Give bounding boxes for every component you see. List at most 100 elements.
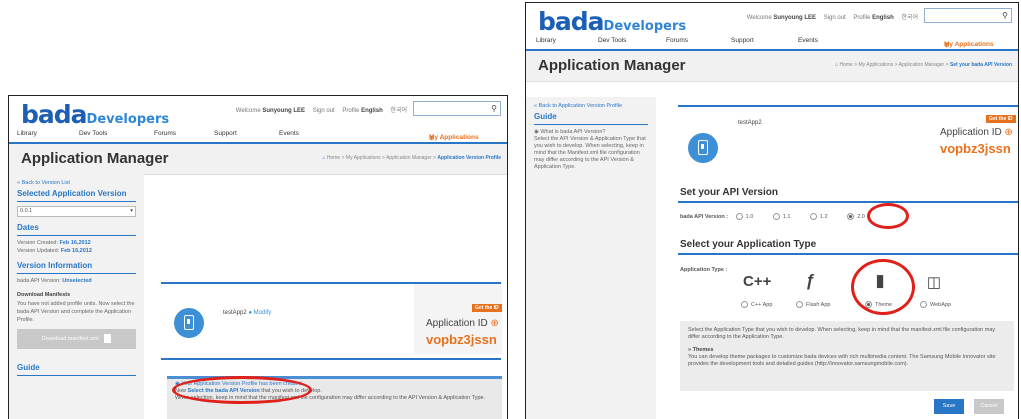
nav-library[interactable]: Library (17, 130, 37, 137)
page-title: Application Manager (538, 57, 686, 74)
right-sidebar: « Back to Application Version Profile Gu… (526, 97, 656, 419)
top-links: Welcome Sunyoung LEE Sign out Profile En… (230, 105, 407, 114)
plus-circle-icon: ⊕ (1004, 127, 1013, 138)
breadcrumb: ⌂ Home > My Applications > Application M… (322, 155, 501, 161)
selected-version-heading: Selected Application Version (17, 189, 136, 202)
highlight-oval-api-2-0 (867, 203, 909, 229)
type-radio-webapp[interactable]: WebApp (920, 301, 951, 308)
version-info-heading: Version Information (17, 261, 136, 274)
app-id-label: Application ID ⊕ (426, 318, 499, 329)
guide-heading: Guide (17, 363, 136, 376)
breadcrumb: ⌂ Home > My Applications > Application M… (835, 62, 1012, 68)
korean-link[interactable]: 한국어 (901, 15, 918, 21)
page-title: Application Manager (21, 150, 169, 167)
guide-text: Select the API Version & Application Typ… (534, 136, 646, 170)
korean-link[interactable]: 한국어 (390, 108, 407, 114)
highlight-oval-theme (851, 259, 915, 315)
api-radio-2-0[interactable]: 2.0 (847, 213, 865, 220)
type-radio-cpp[interactable]: C++ App (741, 301, 772, 308)
app-type-label: Application Type : (680, 267, 728, 273)
api-version-heading: Set your API Version (680, 187, 778, 198)
main-nav: Library Dev Tools Forums Support Events … (9, 126, 507, 144)
api-radio-1-0[interactable]: 1.0 (735, 213, 753, 220)
back-to-profile-link[interactable]: « Back to Application Version Profile (534, 103, 648, 109)
app-name-row: testApp2 ● Modify (223, 310, 271, 316)
download-manifests-heading: Download Manifests (17, 292, 71, 298)
api-radio-1-1[interactable]: 1.1 (772, 213, 790, 220)
app-phone-icon (174, 308, 204, 338)
api-label: bada API Version : (680, 213, 729, 220)
type-rule (678, 253, 1018, 255)
search-icon[interactable]: ⚲ (491, 102, 497, 115)
cancel-button[interactable]: Cancel (974, 399, 1004, 414)
nav-library[interactable]: Library (536, 37, 556, 44)
version-created: Version Created: Feb 16,2012 (17, 240, 91, 246)
welcome-text: Welcome (746, 15, 772, 21)
app-id-value: vopbz3jssn (426, 332, 497, 347)
right-screenshot-panel: badaDevelopers Welcome Sunyoung LEE Sign… (525, 2, 1019, 419)
nav-forums[interactable]: Forums (666, 37, 688, 44)
back-to-version-list-link[interactable]: « Back to Version List (17, 180, 136, 186)
top-bar: badaDevelopers Welcome Sunyoung LEE Sign… (9, 96, 507, 129)
themes-heading: » Themes (688, 347, 714, 353)
search-box[interactable]: ⚲ (413, 101, 501, 120)
version-updated: Version Updated: Feb 16,2012 (17, 248, 92, 254)
page-header: Application Manager ⌂ Home > My Applicat… (526, 51, 1018, 82)
signout-link[interactable]: Sign out (313, 108, 335, 114)
plus-circle-icon: ⊕ (429, 135, 435, 142)
bada-developers-logo[interactable]: badaDevelopers (21, 100, 169, 129)
type-info-text: Select the Application Type that you wis… (688, 327, 996, 340)
save-button[interactable]: Save (934, 399, 964, 414)
user-name: Sunyoung LEE (262, 108, 306, 114)
modify-link[interactable]: ● Modify (248, 310, 271, 316)
api-version-info: bada API Version: Unselected (17, 278, 92, 284)
app-name: testApp2 (738, 120, 762, 126)
type-info-box: Select the Application Type that you wis… (680, 321, 1014, 391)
api-version-row: bada API Version : 1.0 1.1 1.2 2.0 (680, 213, 865, 220)
app-id-label: Application ID ⊕ (940, 127, 1013, 138)
english-link[interactable]: English (872, 15, 894, 21)
api-rule (678, 201, 1018, 203)
nav-support[interactable]: Support (731, 37, 754, 44)
download-manifest-button[interactable]: Download manifest.xml (17, 329, 136, 349)
cpp-icon[interactable]: C++ (743, 273, 771, 290)
highlight-oval-select-api (172, 376, 312, 404)
api-radio-1-2[interactable]: 1.2 (810, 213, 828, 220)
nav-support[interactable]: Support (214, 130, 237, 137)
version-select[interactable]: 0.0.1 ▾ (17, 206, 136, 217)
nav-events[interactable]: Events (279, 130, 299, 137)
bada-developers-logo[interactable]: badaDevelopers (538, 7, 686, 36)
plus-circle-icon: ⊕ (490, 318, 499, 329)
profile-top-rule (678, 105, 1018, 107)
download-description: You have not added profile units. Now se… (17, 301, 135, 323)
guide-heading: Guide (534, 112, 648, 125)
user-name: Sunyoung LEE (773, 15, 817, 21)
guide-question: ◉ What is bada API Version? (534, 129, 606, 135)
nav-dev-tools[interactable]: Dev Tools (598, 37, 626, 44)
welcome-text: Welcome (235, 108, 261, 114)
dates-heading: Dates (17, 223, 136, 236)
document-icon (104, 334, 112, 344)
app-id-value: vopbz3jssn (940, 141, 1011, 156)
get-id-badge[interactable]: Get the ID (986, 115, 1016, 123)
nav-dev-tools[interactable]: Dev Tools (79, 130, 107, 137)
main-nav: Library Dev Tools Forums Support Events … (526, 33, 1018, 51)
app-name: testApp2 (223, 310, 247, 316)
flash-icon[interactable]: ƒ (798, 271, 822, 291)
search-input[interactable] (925, 15, 1001, 27)
type-radio-flash[interactable]: Flash App (796, 301, 830, 308)
search-input[interactable] (414, 108, 490, 120)
get-id-badge[interactable]: Get the ID (472, 304, 502, 312)
english-link[interactable]: English (361, 108, 383, 114)
left-screenshot-panel: badaDevelopers Welcome Sunyoung LEE Sign… (8, 95, 508, 419)
search-box[interactable]: ⚲ (924, 8, 1012, 27)
signout-link[interactable]: Sign out (824, 15, 846, 21)
left-sidebar: « Back to Version List Selected Applicat… (9, 174, 144, 419)
nav-events[interactable]: Events (798, 37, 818, 44)
profile-link[interactable]: Profile (853, 15, 870, 21)
themes-text: You can develop theme packages to custom… (688, 354, 996, 367)
search-icon[interactable]: ⚲ (1002, 9, 1008, 22)
webapp-icon[interactable]: ◫ (922, 273, 946, 291)
nav-forums[interactable]: Forums (154, 130, 176, 137)
profile-link[interactable]: Profile (342, 108, 359, 114)
